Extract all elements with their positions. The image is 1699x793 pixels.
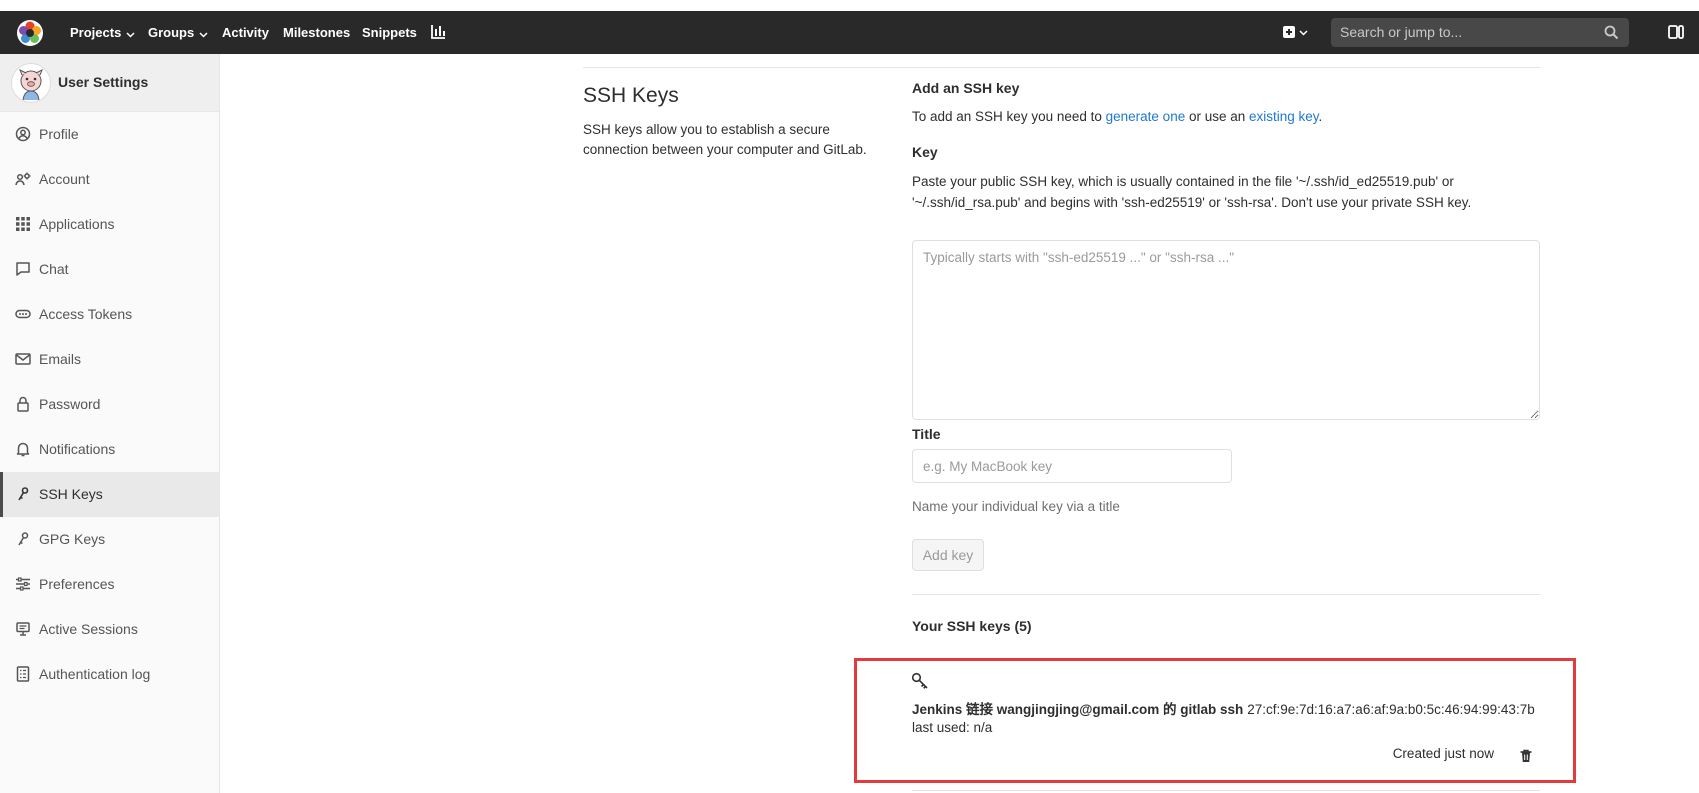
chevron-down-icon <box>199 12 208 55</box>
sidebar-item-label: Profile <box>39 126 79 142</box>
profile-icon <box>15 126 31 142</box>
key-textarea[interactable] <box>912 240 1540 420</box>
sidebar-item-preferences[interactable]: Preferences <box>0 562 219 607</box>
nav-groups[interactable]: Groups <box>148 11 208 54</box>
title-help-text: Name your individual key via a title <box>912 499 1120 514</box>
sidebar-item-active-sessions[interactable]: Active Sessions <box>0 607 219 652</box>
sidebar-item-gpg-keys[interactable]: GPG Keys <box>0 517 219 562</box>
sidebar-item-label: Password <box>39 396 101 412</box>
key-help-line-1: Paste your public SSH key, which is usua… <box>912 174 1454 189</box>
window-top-strip <box>0 0 1699 11</box>
ssh-key-title[interactable]: Jenkins 链接 wangjingjing@gmail.com 的 gitl… <box>912 702 1243 717</box>
applications-icon <box>15 216 31 232</box>
sidebar-item-chat[interactable]: Chat <box>0 247 219 292</box>
add-key-intro: To add an SSH key you need to generate o… <box>912 106 1322 127</box>
access-tokens-icon <box>15 306 31 322</box>
key-icon <box>15 531 31 547</box>
key-icon <box>911 672 929 695</box>
sidebar-item-label: Applications <box>39 216 115 232</box>
chat-icon <box>15 261 31 277</box>
divider <box>912 594 1540 595</box>
ssh-key-created: Created just now <box>1392 746 1494 761</box>
ssh-key-title-line: Jenkins 链接 wangjingjing@gmail.com 的 gitl… <box>912 698 1535 718</box>
existing-key-link[interactable]: existing key <box>1249 109 1319 124</box>
chevron-down-icon <box>126 12 135 55</box>
your-ssh-keys-heading: Your SSH keys (5) <box>912 618 1032 634</box>
gitlab-logo-icon[interactable] <box>16 19 44 47</box>
add-key-heading: Add an SSH key <box>912 80 1020 96</box>
title-input[interactable] <box>912 449 1232 483</box>
key-icon <box>15 486 31 502</box>
nav-projects-label: Projects <box>70 25 122 40</box>
log-icon <box>15 666 31 682</box>
sidebar-item-label: Active Sessions <box>39 621 138 637</box>
nav-snippets[interactable]: Snippets <box>362 11 417 54</box>
section-description: SSH keys allow you to establish a secure… <box>583 122 867 157</box>
bell-icon <box>15 441 31 457</box>
key-help-line-2: '~/.ssh/id_rsa.pub' and begins with 'ssh… <box>912 195 1472 210</box>
sidebar-item-label: Account <box>39 171 90 187</box>
main-content: SSH Keys SSH keys allow you to establish… <box>583 54 1699 793</box>
generate-one-link[interactable]: generate one <box>1106 109 1186 124</box>
account-icon <box>15 171 31 187</box>
sidebar-title: User Settings <box>58 74 149 90</box>
divider <box>912 790 1540 791</box>
sidebar-item-label: Emails <box>39 351 82 367</box>
title-field-label: Title <box>912 426 941 442</box>
sidebar-toggle-icon[interactable] <box>1668 24 1684 45</box>
sidebar-header[interactable]: User Settings <box>0 54 219 112</box>
intro-suffix: . <box>1318 109 1323 124</box>
search-placeholder: Search or jump to... <box>1340 24 1463 40</box>
email-icon <box>15 351 31 367</box>
sidebar-item-label: Access Tokens <box>39 306 133 322</box>
sidebar-item-notifications[interactable]: Notifications <box>0 427 219 472</box>
divider <box>583 67 1540 68</box>
top-navbar: Projects Groups Activity Milestones Snip… <box>0 11 1699 54</box>
sidebar-item-label: Chat <box>39 261 69 277</box>
new-item-plus-icon[interactable] <box>1282 24 1310 45</box>
sidebar-item-profile[interactable]: Profile <box>0 112 219 157</box>
page-title: SSH Keys <box>583 84 679 107</box>
avatar <box>11 63 51 103</box>
intro-middle: or use an <box>1185 109 1250 124</box>
sidebar-item-access-tokens[interactable]: Access Tokens <box>0 292 219 337</box>
sidebar-item-emails[interactable]: Emails <box>0 337 219 382</box>
nav-projects[interactable]: Projects <box>70 11 135 54</box>
sidebar-item-label: SSH Keys <box>39 486 103 502</box>
sidebar-item-password[interactable]: Password <box>0 382 219 427</box>
nav-groups-label: Groups <box>148 25 195 40</box>
sidebar-item-label: Authentication log <box>39 666 151 682</box>
lock-icon <box>15 396 31 412</box>
sidebar-item-applications[interactable]: Applications <box>0 202 219 247</box>
intro-prefix: To add an SSH key you need to <box>912 109 1106 124</box>
preferences-icon <box>15 576 31 592</box>
add-key-button[interactable]: Add key <box>912 539 984 571</box>
search-input[interactable]: Search or jump to... <box>1331 18 1629 47</box>
nav-milestones[interactable]: Milestones <box>283 11 350 54</box>
settings-sidebar: User Settings Profile Account Applicatio… <box>0 54 220 793</box>
ssh-key-last-used: last used: n/a <box>912 720 993 735</box>
sidebar-item-label: GPG Keys <box>39 531 106 547</box>
ssh-key-fingerprint: 27:cf:9e:7d:16:a7:a6:af:9a:b0:5c:46:94:9… <box>1247 702 1535 717</box>
sidebar-item-authentication-log[interactable]: Authentication log <box>0 652 219 697</box>
sidebar-item-label: Preferences <box>39 576 115 592</box>
trash-icon[interactable] <box>1519 749 1533 768</box>
sidebar-item-account[interactable]: Account <box>0 157 219 202</box>
sidebar-item-ssh-keys[interactable]: SSH Keys <box>0 472 219 517</box>
ssh-key-list-item[interactable]: Jenkins 链接 wangjingjing@gmail.com 的 gitl… <box>854 658 1576 783</box>
sidebar-item-label: Notifications <box>39 441 116 457</box>
search-icon[interactable] <box>1604 25 1619 45</box>
analytics-chart-icon[interactable] <box>430 24 446 45</box>
key-field-label: Key <box>912 144 938 160</box>
nav-activity[interactable]: Activity <box>222 11 269 54</box>
monitor-icon <box>15 621 31 637</box>
section-intro: SSH Keys SSH keys allow you to establish… <box>583 80 883 160</box>
